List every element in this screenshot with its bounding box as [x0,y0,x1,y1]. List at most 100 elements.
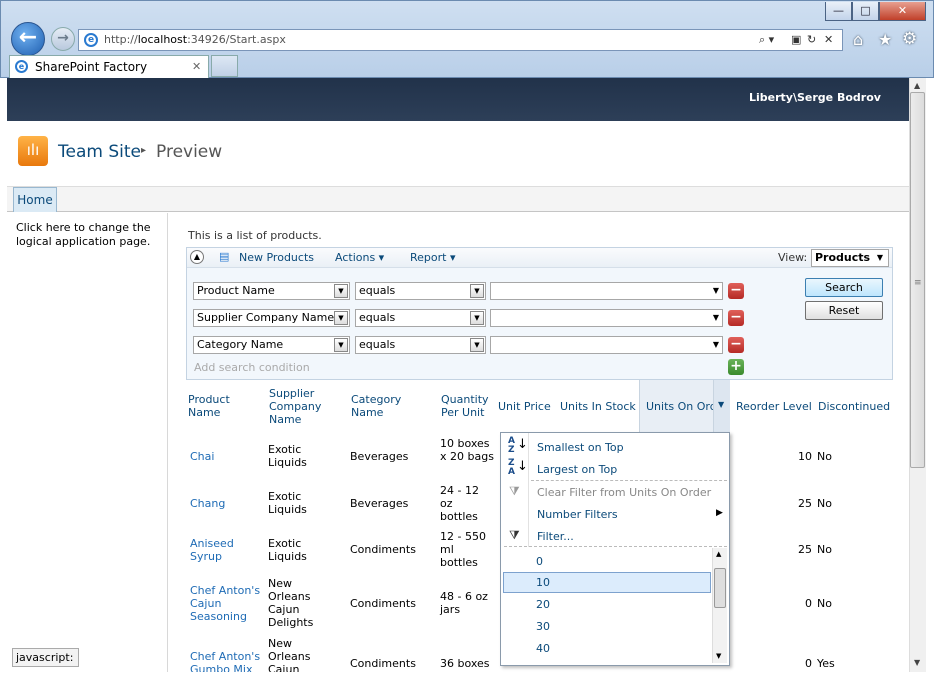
change-page-link[interactable]: Click here to change the logical applica… [16,221,151,248]
compat-icon[interactable]: ▣ [791,30,801,50]
search-field-3[interactable]: Category Name ▼ [193,336,350,354]
remove-condition-3[interactable]: − [728,337,744,353]
filter-value[interactable]: 20 [536,598,550,611]
cell-discontinued: No [817,450,832,463]
minimize-button[interactable]: — [825,2,852,21]
chevron-down-icon[interactable]: ▼ [334,284,348,298]
maximize-button[interactable]: □ [852,2,879,21]
filter-value[interactable]: 30 [536,620,550,633]
nav-tab-home[interactable]: Home [13,187,57,212]
col-header-supplier[interactable]: Supplier Company Name [269,387,339,426]
cell-category: Condiments [350,657,416,670]
col-header-qty[interactable]: Quantity Per Unit [441,393,496,419]
new-products-button[interactable]: New Products [239,251,314,264]
reset-button[interactable]: Reset [805,301,883,320]
close-button[interactable]: ✕ [879,2,926,21]
collapse-icon[interactable]: ▲ [190,250,204,264]
scroll-up-icon[interactable]: ▲ [716,550,721,558]
favorites-icon[interactable]: ★ [878,30,892,49]
refresh-icon[interactable]: ↻ [807,30,816,50]
status-bar: javascript: [12,648,79,667]
search-operator-1[interactable]: equals ▼ [355,282,486,300]
product-link[interactable]: Chai [190,450,260,463]
search-operator-2[interactable]: equals ▼ [355,309,486,327]
new-tab-button[interactable] [211,55,238,77]
search-value-1[interactable]: ▼ [490,282,723,300]
menu-number-filters[interactable]: Number Filters [537,508,618,521]
actions-menu[interactable]: Actions ▾ [335,251,384,264]
chevron-down-icon[interactable]: ▼ [713,283,719,299]
cell-reorder: 0 [805,657,812,670]
sort-ascending-icon: AZ [508,436,515,455]
cell-discontinued: No [817,543,832,556]
chevron-down-icon[interactable]: ▼ [334,338,348,352]
col-header-reorder[interactable]: Reorder Level [736,400,812,413]
product-link[interactable]: Chef Anton's Cajun Seasoning [190,584,265,623]
cell-qty: 10 boxes x 20 bags [440,437,494,463]
col-header-units-on-order[interactable]: Units On Ord [646,400,713,413]
scrollbar-thumb[interactable]: ≡ [910,92,925,468]
left-navigation[interactable]: Click here to change the logical applica… [7,213,168,672]
clear-filter-icon: ⧩ [509,484,520,498]
list-toolbar: ▲ ▤ New Products Actions ▾ Report ▾ View… [187,248,892,268]
tab-title: SharePoint Factory [35,60,148,74]
search-value-3[interactable]: ▼ [490,336,723,354]
search-button[interactable]: Search [805,278,883,297]
scroll-down-icon[interactable]: ▼ [914,658,920,667]
scroll-down-icon[interactable]: ▼ [716,652,721,660]
search-icon[interactable]: ⌕ ▾ [759,30,774,50]
view-selector[interactable]: Products ▼ [811,249,889,267]
list-scrollbar[interactable]: ▲ ▼ [712,548,727,663]
product-link[interactable]: Chang [190,497,260,510]
user-name[interactable]: Liberty\Serge Bodrov [749,91,881,104]
address-bar[interactable]: e http://localhost:34926/Start.aspx ⌕ ▾ … [78,29,843,51]
product-link[interactable]: Chef Anton's Gumbo Mix [190,650,265,672]
cell-qty: 12 - 550 ml bottles [440,530,486,569]
remove-condition-1[interactable]: − [728,283,744,299]
search-field-1[interactable]: Product Name ▼ [193,282,350,300]
chevron-down-icon[interactable]: ▼ [470,338,484,352]
tools-gear-icon[interactable]: ⚙ [902,29,917,49]
filter-value[interactable]: 40 [536,642,550,655]
add-search-condition[interactable]: Add search condition [194,361,310,374]
menu-clear-filter[interactable]: Clear Filter from Units On Order [537,486,711,499]
search-field-2[interactable]: Supplier Company Name ▼ [193,309,350,327]
search-operator-3[interactable]: equals ▼ [355,336,486,354]
cell-reorder: 10 [798,450,812,463]
stop-icon[interactable]: ✕ [824,30,833,50]
col-header-price[interactable]: Unit Price [498,400,551,413]
col-header-category[interactable]: Category Name [351,393,411,419]
search-value-2[interactable]: ▼ [490,309,723,327]
scroll-up-icon[interactable]: ▲ [914,81,920,90]
filter-values-list[interactable]: 0 10 20 30 40 ▲ ▼ [502,548,728,664]
list-scroll-thumb[interactable] [714,568,726,608]
filter-value[interactable]: 0 [536,555,543,568]
chevron-down-icon[interactable]: ▼ [470,311,484,325]
tab-close-icon[interactable]: ✕ [192,56,201,78]
forward-icon[interactable]: → [51,27,75,51]
view-label: View: [778,251,808,264]
column-menu-button[interactable]: ▼ [713,380,730,432]
chevron-down-icon[interactable]: ▼ [713,337,719,353]
menu-sort-smallest[interactable]: Smallest on Top [537,441,624,454]
sort-descending-icon: ZA [508,458,515,477]
chevron-down-icon[interactable]: ▼ [718,400,724,409]
site-title[interactable]: Team Site [58,142,141,162]
chevron-down-icon[interactable]: ▼ [713,310,719,326]
col-header-product[interactable]: Product Name [188,393,248,419]
report-menu[interactable]: Report ▾ [410,251,456,264]
col-header-stock[interactable]: Units In Stock [560,400,636,413]
filter-value[interactable]: 10 [536,576,550,589]
menu-sort-largest[interactable]: Largest on Top [537,463,617,476]
browser-tab[interactable]: e SharePoint Factory ✕ [9,55,209,78]
menu-filter[interactable]: Filter... [537,530,574,543]
chevron-down-icon[interactable]: ▼ [470,284,484,298]
back-icon[interactable]: ← [11,22,45,56]
chevron-down-icon[interactable]: ▼ [334,311,348,325]
col-header-discontinued[interactable]: Discontinued [818,400,890,413]
product-link[interactable]: Aniseed Syrup [190,537,240,563]
home-icon[interactable]: ⌂ [853,30,863,49]
remove-condition-2[interactable]: − [728,310,744,326]
cell-category: Beverages [350,497,409,510]
add-condition-icon[interactable]: + [728,359,744,375]
